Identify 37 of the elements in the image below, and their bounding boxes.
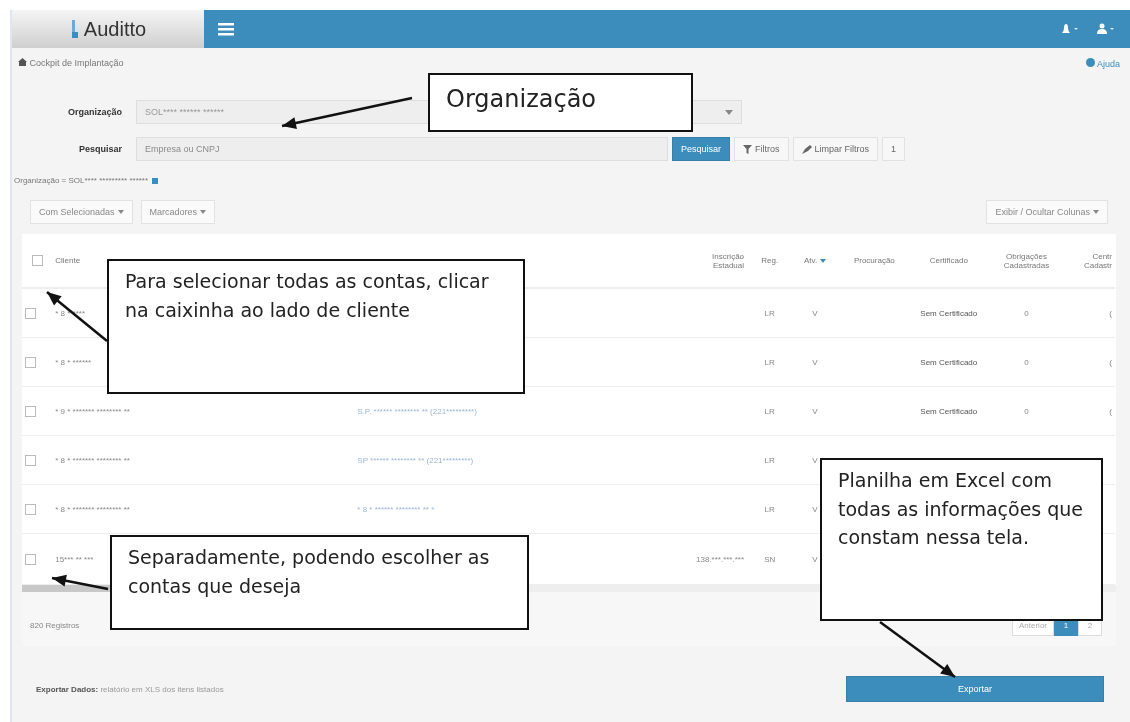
annotation-tooltip: Para selecionar todas as contas, clicar na caixinha ao lado de cliente [107, 259, 525, 394]
table-cell: ( [1109, 406, 1112, 416]
table-cell: SN [764, 554, 776, 564]
table-cell: * 8 * **** [55, 308, 85, 318]
table-cell: Sem Certificado [920, 406, 978, 416]
table-cell: ( [1109, 357, 1112, 367]
search-label: Pesquisar [77, 144, 123, 154]
table-cell: LR [764, 357, 775, 367]
table-cell: * 8 * ******* ******** ** [55, 504, 130, 514]
table-cell: Sem Certificado [920, 308, 978, 318]
table-cell: V [812, 455, 818, 465]
table-cell: 0 [1024, 308, 1029, 318]
annotation-tooltip: Planilha em Excel com todas as informações que constam nessa tela. [820, 458, 1103, 621]
table-cell: Sem Certificado [920, 357, 978, 367]
table-cell: LR [764, 308, 775, 318]
organization-label: Organização [66, 107, 123, 117]
table-cell: LR [764, 504, 775, 514]
annotation-tooltip: Organização [428, 73, 693, 132]
table-cell: * 9 * ******* ******** ** [55, 406, 130, 416]
table-cell: * 8 * ****** [55, 357, 92, 367]
table-cell: 0 [1024, 406, 1029, 416]
table-cell: LR [764, 455, 775, 465]
table-cell: * 8 * ******* ******** ** [55, 455, 130, 465]
export-description: Exportar Dados: relatório em XLS dos itens listados [36, 684, 224, 694]
table-cell: 138.***.***.*** [696, 554, 745, 564]
record-count: 820 Registros [30, 620, 80, 630]
table-cell: 0 [1024, 357, 1029, 367]
table-cell: 15*** ** *** [55, 554, 94, 564]
table-cell: V [812, 357, 818, 367]
active-filter: Organização = SOL**** ********* ****** [14, 176, 149, 185]
annotation-tooltip: Separadamente, podendo escolher as contas que deseja [110, 535, 529, 630]
table-cell: V [812, 406, 818, 416]
table-cell: LR [764, 406, 775, 416]
table-cell: V [812, 504, 818, 514]
table-cell: ( [1109, 308, 1112, 318]
table-cell: V [812, 554, 818, 564]
table-cell: V [812, 308, 818, 318]
